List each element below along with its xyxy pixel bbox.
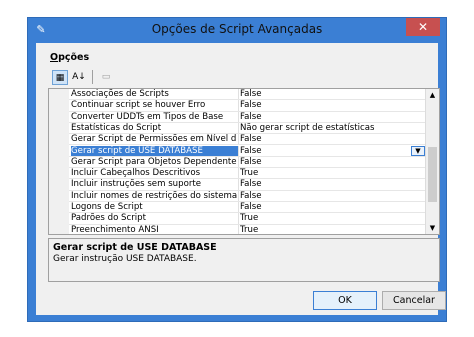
property-name: Preenchimento ANSI [71, 224, 239, 234]
description-text: Gerar instrução USE DATABASE. [53, 254, 197, 264]
scroll-down-icon[interactable]: ▼ [426, 222, 439, 234]
property-name: Incluir instruções sem suporte [71, 179, 239, 190]
property-value[interactable]: False [240, 89, 262, 100]
property-name: Incluir nomes de restrições do sistema [71, 190, 239, 201]
close-button[interactable]: ✕ [406, 18, 440, 36]
chevron-down-icon[interactable]: ▼ [411, 145, 425, 156]
cancel-button[interactable]: Cancelar [382, 291, 446, 310]
property-value[interactable]: False [240, 134, 262, 145]
property-value[interactable]: False [240, 112, 262, 123]
property-name: Incluir Cabeçalhos Descritivos [71, 168, 239, 179]
dialog-window: ✎ Opções de Script Avançadas ✕ Opções ▦ … [27, 17, 447, 322]
description-panel: Gerar script de USE DATABASE Gerar instr… [48, 238, 440, 282]
alphabetical-sort-icon[interactable]: A↓ [71, 70, 87, 85]
property-value[interactable]: True [240, 225, 258, 234]
scroll-up-icon[interactable]: ▲ [426, 89, 439, 101]
toolbar-separator [92, 70, 93, 84]
property-name: Gerar script de USE DATABASE [71, 145, 239, 156]
property-name: Converter UDDTs em Tipos de Base [71, 111, 239, 122]
title-bar[interactable]: ✎ Opções de Script Avançadas ✕ [28, 18, 446, 42]
property-name: Estatísticas do Script [71, 122, 239, 134]
window-title: Opções de Script Avançadas [151, 22, 323, 36]
property-name: Associações de Scripts [71, 89, 239, 100]
property-row[interactable]: Incluir instruções sem suporte False [69, 179, 427, 191]
options-label: Opções [50, 52, 90, 63]
property-pages-icon[interactable]: ▭ [98, 70, 114, 85]
property-toolbar: ▦ A↓ ▭ [52, 69, 114, 85]
property-name: Continuar script se houver Erro [71, 100, 239, 111]
property-row[interactable]: Gerar Script para Objetos Dependente Fals… [69, 156, 427, 169]
property-row[interactable]: Padrões do Script True [69, 213, 427, 225]
dialog-client: Opções ▦ A↓ ▭ Associações de Scripts Fals… [36, 43, 446, 315]
ok-button[interactable]: OK [313, 291, 377, 310]
property-name: Gerar Script para Objetos Dependente [71, 156, 239, 168]
property-value[interactable]: False [240, 191, 262, 202]
property-value[interactable]: False [240, 157, 262, 168]
property-row[interactable]: Associações de Scripts False [69, 89, 427, 101]
property-row[interactable]: Incluir nomes de restrições do sistema Fa… [69, 190, 427, 202]
property-row[interactable]: Gerar Script de Permissões em Nível d Fal… [69, 134, 427, 146]
property-grid[interactable]: Associações de Scripts False Continuar scr… [48, 88, 440, 235]
property-value[interactable]: False [240, 202, 262, 213]
property-value[interactable]: False [240, 100, 262, 111]
description-title: Gerar script de USE DATABASE [53, 242, 217, 253]
property-name: Logons de Script [71, 202, 239, 213]
grid-scrollbar[interactable]: ▲ ▼ [425, 89, 439, 234]
property-value[interactable]: True [240, 213, 258, 224]
property-row[interactable]: Converter UDDTs em Tipos de Base False [69, 111, 427, 123]
property-value[interactable]: True [240, 168, 258, 179]
property-row[interactable]: Logons de Script False [69, 202, 427, 214]
property-row[interactable]: Gerar script de USE DATABASE False ▼ [69, 145, 427, 157]
property-value[interactable]: False [240, 146, 262, 157]
property-name: Gerar Script de Permissões em Nível d [71, 134, 239, 145]
property-name: Padrões do Script [71, 213, 239, 224]
categorized-icon[interactable]: ▦ [52, 69, 68, 85]
property-row[interactable]: Preenchimento ANSI True [69, 224, 427, 234]
scroll-thumb[interactable] [428, 147, 437, 202]
property-row[interactable]: Incluir Cabeçalhos Descritivos True [69, 168, 427, 180]
grid-gutter [49, 89, 69, 234]
property-row[interactable]: Continuar script se houver Erro False [69, 100, 427, 112]
property-value[interactable]: False [240, 179, 262, 190]
property-row[interactable]: Estatísticas do Script Não gerar script d… [69, 122, 427, 135]
property-value[interactable]: Não gerar script de estatísticas [240, 123, 375, 134]
